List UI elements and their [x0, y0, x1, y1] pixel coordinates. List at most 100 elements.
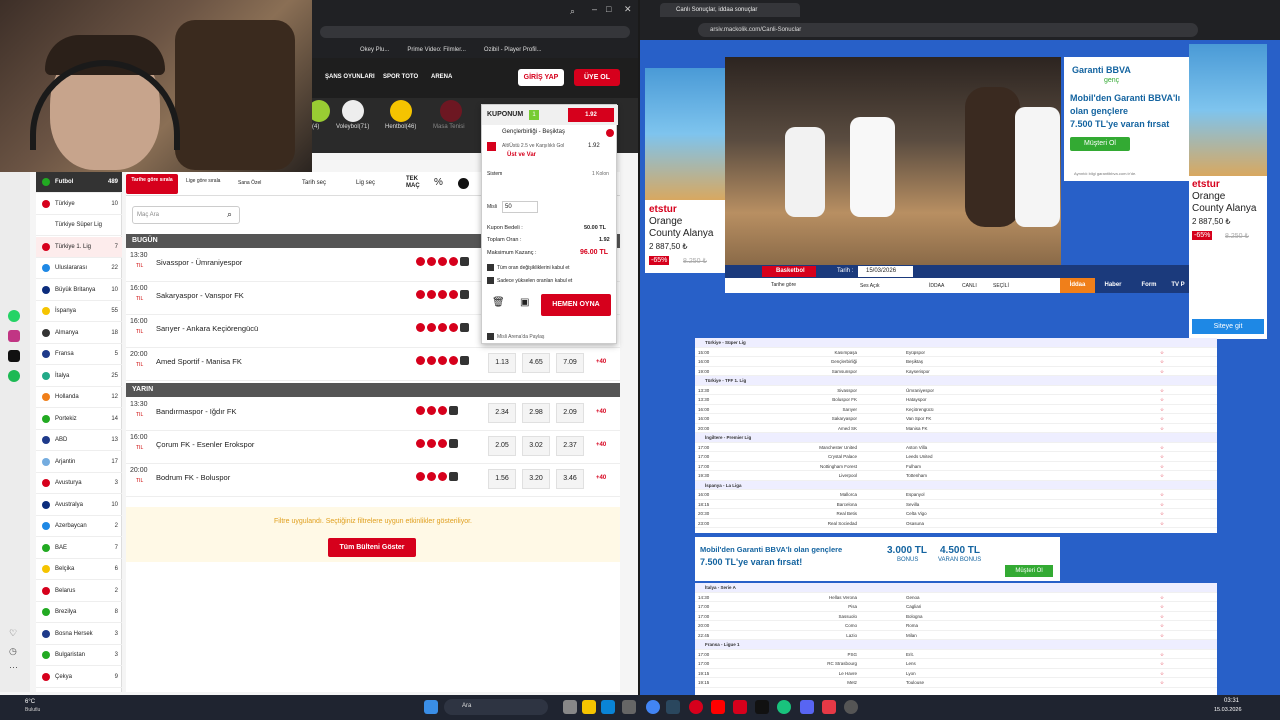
odd-button[interactable]: 2.37	[556, 436, 584, 456]
sidebar-item[interactable]: Türkiye 10	[36, 194, 122, 215]
remove-bet-icon[interactable]	[606, 129, 614, 137]
match-row[interactable]: 20:00 TIL Bodrum FK - Boluspor 1.56 3.20 3.46…	[126, 464, 620, 497]
match-row[interactable]: 20:00 TIL Amed Sportif - Manisa FK 1.13 4.65…	[126, 348, 620, 381]
steam-icon[interactable]	[666, 700, 680, 714]
star-icon[interactable]: ☆	[1160, 623, 1164, 629]
tab-haber[interactable]: Haber	[1095, 278, 1131, 293]
sidebar-item[interactable]: BAE 7	[36, 538, 122, 559]
match-stat-icon[interactable]	[427, 439, 436, 448]
league-header[interactable]: Fransa - Ligue 1	[695, 640, 1217, 650]
match-stat-icon[interactable]	[460, 290, 469, 299]
result-row[interactable]: 19:30 Liverpool Tottenham ☆	[695, 471, 1217, 481]
league-select[interactable]: Lig seç	[356, 180, 375, 186]
star-icon[interactable]: ☆	[1160, 595, 1164, 601]
match-stat-icon[interactable]	[438, 406, 447, 415]
youtube-icon[interactable]	[711, 700, 725, 714]
match-stat-icon[interactable]	[449, 290, 458, 299]
match-stat-icon[interactable]	[449, 439, 458, 448]
minimize-icon[interactable]: –	[592, 4, 597, 14]
result-row[interactable]: 17:00 Manchester United Aston Villa ☆	[695, 443, 1217, 452]
sidebar-item[interactable]: ABD 13	[36, 430, 122, 451]
signup-button[interactable]: ÜYE OL	[574, 69, 620, 86]
url-bar[interactable]: arsiv.mackolik.com/Canli-Sonuclar	[698, 23, 1198, 37]
result-row[interactable]: 17:00 PSG Erit. ☆	[695, 650, 1217, 659]
star-icon[interactable]: ☆	[1160, 661, 1164, 667]
banner-cta[interactable]: Müşteri Ol	[1005, 565, 1053, 577]
chatgpt-icon[interactable]	[777, 700, 791, 714]
sidebar-item[interactable]: Uluslararası 22	[36, 258, 122, 279]
odd-button[interactable]: 2.98	[522, 403, 550, 423]
bbva-cta[interactable]: Müşteri Ol	[1070, 137, 1130, 151]
ad-left[interactable]: etstur Orange County Alanya 2 887,50 ₺ -…	[645, 68, 725, 273]
star-icon[interactable]: ☆	[1160, 614, 1164, 620]
play-now-button[interactable]: HEMEN OYNA	[541, 294, 611, 316]
match-stat-icon[interactable]	[460, 323, 469, 332]
windows-start-icon[interactable]	[424, 700, 438, 714]
star-icon[interactable]: ☆	[1160, 397, 1164, 403]
result-row[interactable]: 20:30 Real Betis Celta Vigo ☆	[695, 509, 1217, 519]
match-stat-icon[interactable]	[460, 356, 469, 365]
match-stat-icon[interactable]	[427, 406, 436, 415]
sidebar-item[interactable]: Avusturya 3	[36, 473, 122, 494]
bookmark-1[interactable]: Okey Plu...	[360, 47, 389, 53]
match-stat-icon[interactable]	[460, 257, 469, 266]
canli-check[interactable]: CANLI	[962, 283, 977, 289]
result-row[interactable]: 17:00 Crystal Palace Leeds United ☆	[695, 452, 1217, 462]
star-icon[interactable]: ☆	[1160, 350, 1164, 356]
faceit-icon[interactable]	[822, 700, 836, 714]
result-row[interactable]: 17:00 Pisa Cagliari ☆	[695, 602, 1217, 612]
star-icon[interactable]: ☆	[1160, 464, 1164, 470]
share-box[interactable]	[487, 333, 494, 340]
result-row[interactable]: 17:00 RC Strasbourg Lens ☆	[695, 659, 1217, 669]
save-icon[interactable]: ▣	[520, 297, 529, 308]
result-row[interactable]: 16:00 Gençlerbirliği Beşiktaş ☆	[695, 357, 1217, 367]
result-row[interactable]: 20:00 Como Roma ☆	[695, 621, 1217, 631]
match-stat-icon[interactable]	[449, 323, 458, 332]
active-tab[interactable]: Canlı Sonuçlar, iddaa sonuçlar	[660, 3, 800, 17]
instagram-icon[interactable]	[8, 330, 20, 342]
ad-right-cta[interactable]: Siteye git	[1192, 319, 1264, 334]
match-stat-icon[interactable]	[427, 472, 436, 481]
result-row[interactable]: 15:00 Kasımpaşa Eyüpspor ☆	[695, 348, 1217, 357]
star-icon[interactable]: ☆	[1160, 521, 1164, 527]
sidebar-item[interactable]: Portekiz 14	[36, 409, 122, 430]
store-icon[interactable]	[622, 700, 636, 714]
league-header[interactable]: İngiltere - Premier Lig	[695, 433, 1217, 443]
volleyball-icon[interactable]	[342, 100, 364, 122]
basketball-video[interactable]	[725, 57, 1061, 265]
result-row[interactable]: 19:15 Le Havre Lyon ☆	[695, 669, 1217, 678]
match-stat-icon[interactable]	[449, 472, 458, 481]
league-header[interactable]: Türkiye - TFF 1. Lig	[695, 376, 1217, 386]
all-bulletin-button[interactable]: Tüm Bülteni Göster	[328, 538, 416, 557]
result-row[interactable]: 18:15 Barcelona Sevilla ☆	[695, 500, 1217, 509]
star-icon[interactable]: ☆	[1160, 511, 1164, 517]
x-icon[interactable]	[8, 350, 20, 362]
odd-button[interactable]: 2.05	[488, 436, 516, 456]
clock-time[interactable]: 03:31	[1224, 698, 1239, 704]
sidebar-item[interactable]: Büyük Britanya 10	[36, 280, 122, 301]
star-icon[interactable]: ☆	[1160, 359, 1164, 365]
match-stat-icon[interactable]	[438, 439, 447, 448]
result-row[interactable]: 17:00 Nottingham Forest Fulham ☆	[695, 462, 1217, 471]
sort-by-time-button[interactable]: Tarihe göre sırala	[126, 174, 178, 194]
match-row[interactable]: 16:00 TIL Çorum FK - Esenler Erokspor 2.05 3…	[126, 431, 620, 464]
odd-button[interactable]: 7.09	[556, 353, 584, 373]
sidebar-item[interactable]: Bosna Hersek 3	[36, 624, 122, 645]
tarihe-gore[interactable]: Tarihe göre	[771, 282, 796, 288]
odd-button[interactable]: 4.65	[522, 353, 550, 373]
more-odds-link[interactable]: +40	[596, 442, 606, 448]
star-icon[interactable]: ☆	[1160, 388, 1164, 394]
odd-button[interactable]: 3.20	[522, 469, 550, 489]
result-row[interactable]: 20:00 Amed SK Manisa FK ☆	[695, 424, 1217, 433]
match-stat-icon[interactable]	[416, 356, 425, 365]
tek-mac-button[interactable]: TEK MAÇ	[406, 176, 424, 190]
login-button[interactable]: GİRİŞ YAP	[518, 69, 564, 86]
nav-sans-oyunlari[interactable]: ŞANS OYUNLARI	[325, 74, 375, 80]
chrome-icon[interactable]	[646, 700, 660, 714]
sidebar-item[interactable]: Fransa 5	[36, 344, 122, 365]
odd-button[interactable]: 3.02	[522, 436, 550, 456]
check1-box[interactable]	[487, 264, 494, 271]
table-tennis-icon[interactable]	[440, 100, 462, 122]
tab-iddaa[interactable]: İddaa	[1060, 278, 1095, 293]
date-select[interactable]: Tarih seç	[302, 180, 326, 186]
